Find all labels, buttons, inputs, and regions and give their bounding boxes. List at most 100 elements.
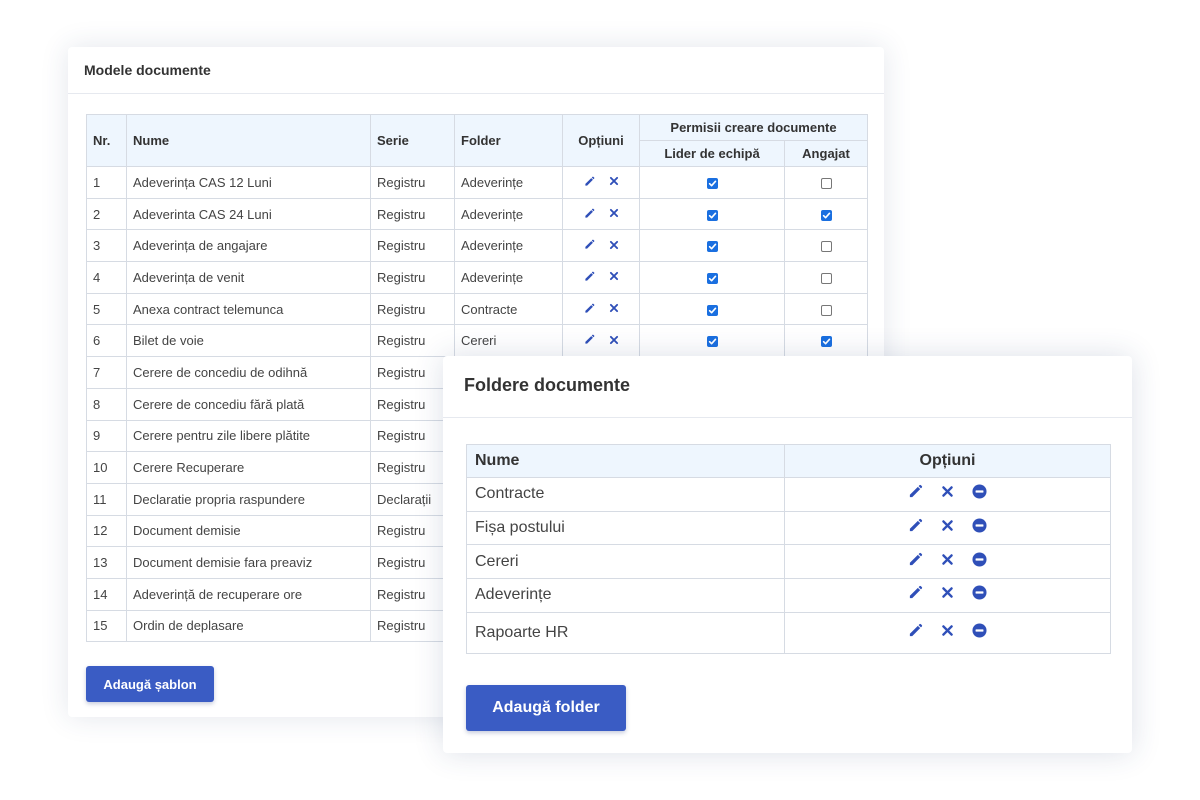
- add-template-button[interactable]: Adaugă șablon: [86, 666, 214, 702]
- template-name: Declaratie propria raspundere: [126, 482, 371, 516]
- permission-employee-checkbox[interactable]: [820, 336, 832, 348]
- x-icon[interactable]: [609, 303, 619, 313]
- template-nr: 2: [86, 197, 127, 231]
- x-icon[interactable]: [609, 240, 619, 250]
- permission-leader-checkbox[interactable]: [706, 241, 718, 253]
- pencil-icon[interactable]: [908, 585, 923, 600]
- folder-options: [784, 611, 1111, 654]
- minus-circle-icon[interactable]: [972, 484, 987, 499]
- permission-leader-cell: [639, 324, 785, 358]
- x-icon[interactable]: [941, 586, 954, 599]
- folder-row: Rapoarte HR: [466, 611, 1111, 654]
- pencil-icon[interactable]: [584, 271, 595, 282]
- permission-employee-cell: [783, 166, 869, 199]
- x-icon[interactable]: [609, 271, 619, 281]
- minus-circle-icon[interactable]: [972, 552, 987, 567]
- pencil-icon[interactable]: [908, 552, 923, 567]
- x-icon[interactable]: [609, 335, 619, 345]
- pencil-icon[interactable]: [584, 239, 595, 250]
- template-series: Registru: [370, 387, 455, 421]
- pencil-icon[interactable]: [584, 334, 595, 345]
- permission-leader-cell: [639, 166, 785, 199]
- permission-employee-cell: [783, 292, 869, 326]
- col-header-name: Nume: [126, 114, 371, 167]
- template-nr: 15: [86, 609, 127, 643]
- folder-name: Contracte: [466, 477, 785, 512]
- template-series: Registru: [370, 261, 455, 294]
- folder-row: Contracte: [466, 477, 1111, 512]
- x-icon[interactable]: [941, 624, 954, 637]
- pencil-icon[interactable]: [908, 518, 923, 533]
- pencil-icon[interactable]: [908, 623, 923, 638]
- template-series: Registru: [370, 419, 455, 453]
- template-name: Adeverinta CAS 24 Luni: [126, 197, 371, 231]
- permission-employee-checkbox[interactable]: [820, 209, 832, 221]
- template-name: Adeverința CAS 12 Luni: [126, 166, 371, 199]
- template-name: Ordin de deplasare: [126, 609, 371, 643]
- minus-circle-icon[interactable]: [972, 518, 987, 533]
- template-options: [562, 324, 640, 358]
- permission-employee-checkbox[interactable]: [820, 241, 832, 253]
- permission-leader-checkbox[interactable]: [706, 336, 718, 348]
- permission-employee-checkbox[interactable]: [820, 304, 832, 316]
- template-series: Registru: [370, 609, 455, 643]
- x-icon[interactable]: [941, 553, 954, 566]
- col-header-folder: Folder: [454, 114, 563, 167]
- permission-employee-checkbox[interactable]: [820, 272, 832, 284]
- permission-employee-cell: [783, 229, 869, 263]
- folder-name: Rapoarte HR: [466, 611, 785, 654]
- folder-row: Fișa postului: [466, 510, 1111, 546]
- template-name: Document demisie: [126, 514, 371, 548]
- template-series: Declarații: [370, 482, 455, 516]
- template-name: Cerere Recuperare: [126, 451, 371, 484]
- template-nr: 6: [86, 324, 127, 358]
- x-icon[interactable]: [609, 208, 619, 218]
- template-nr: 1: [86, 166, 127, 199]
- permission-leader-checkbox[interactable]: [706, 209, 718, 221]
- permission-leader-cell: [639, 292, 785, 326]
- permission-leader-checkbox[interactable]: [706, 177, 718, 189]
- pencil-icon[interactable]: [584, 303, 595, 314]
- template-nr: 8: [86, 387, 127, 421]
- template-name: Document demisie fara preaviz: [126, 546, 371, 579]
- folder-name: Cereri: [466, 544, 785, 580]
- minus-circle-icon[interactable]: [972, 623, 987, 638]
- add-folder-button[interactable]: Adaugă folder: [466, 685, 626, 731]
- template-series: Registru: [370, 546, 455, 579]
- template-row: 2 Adeverinta CAS 24 Luni Registru Adeverinț…: [86, 197, 869, 231]
- template-options: [562, 166, 640, 199]
- template-folder: Cereri: [454, 324, 563, 358]
- col-header-nr: Nr.: [86, 114, 127, 167]
- template-folder: Adeverințe: [454, 261, 563, 294]
- template-row: 5 Anexa contract telemunca Registru Contrac…: [86, 292, 869, 326]
- pencil-icon[interactable]: [584, 176, 595, 187]
- folder-options: [784, 544, 1111, 580]
- folders-col-header-options: Opțiuni: [784, 444, 1111, 478]
- template-nr: 13: [86, 546, 127, 579]
- pencil-icon[interactable]: [584, 208, 595, 219]
- template-name: Anexa contract telemunca: [126, 292, 371, 326]
- x-icon[interactable]: [941, 519, 954, 532]
- permission-employee-cell: [783, 261, 869, 294]
- permission-leader-checkbox[interactable]: [706, 304, 718, 316]
- template-folder: Adeverințe: [454, 166, 563, 199]
- template-nr: 9: [86, 419, 127, 453]
- template-name: Bilet de voie: [126, 324, 371, 358]
- permission-leader-checkbox[interactable]: [706, 272, 718, 284]
- permission-leader-cell: [639, 261, 785, 294]
- folders-table: Nume Opțiuni Contracte Fișa postului Cerer…: [466, 444, 1111, 654]
- minus-circle-icon[interactable]: [972, 585, 987, 600]
- permission-leader-cell: [639, 229, 785, 263]
- template-row: 1 Adeverința CAS 12 Luni Registru Adeverinț…: [86, 166, 869, 199]
- template-name: Adeverință de recuperare ore: [126, 577, 371, 611]
- template-options: [562, 229, 640, 263]
- pencil-icon[interactable]: [908, 484, 923, 499]
- template-name: Adeverința de angajare: [126, 229, 371, 263]
- folder-row: Cereri: [466, 544, 1111, 580]
- template-nr: 14: [86, 577, 127, 611]
- x-icon[interactable]: [941, 485, 954, 498]
- template-folder: Adeverințe: [454, 229, 563, 263]
- template-name: Cerere de concediu fără plată: [126, 387, 371, 421]
- x-icon[interactable]: [609, 176, 619, 186]
- permission-employee-checkbox[interactable]: [820, 177, 832, 189]
